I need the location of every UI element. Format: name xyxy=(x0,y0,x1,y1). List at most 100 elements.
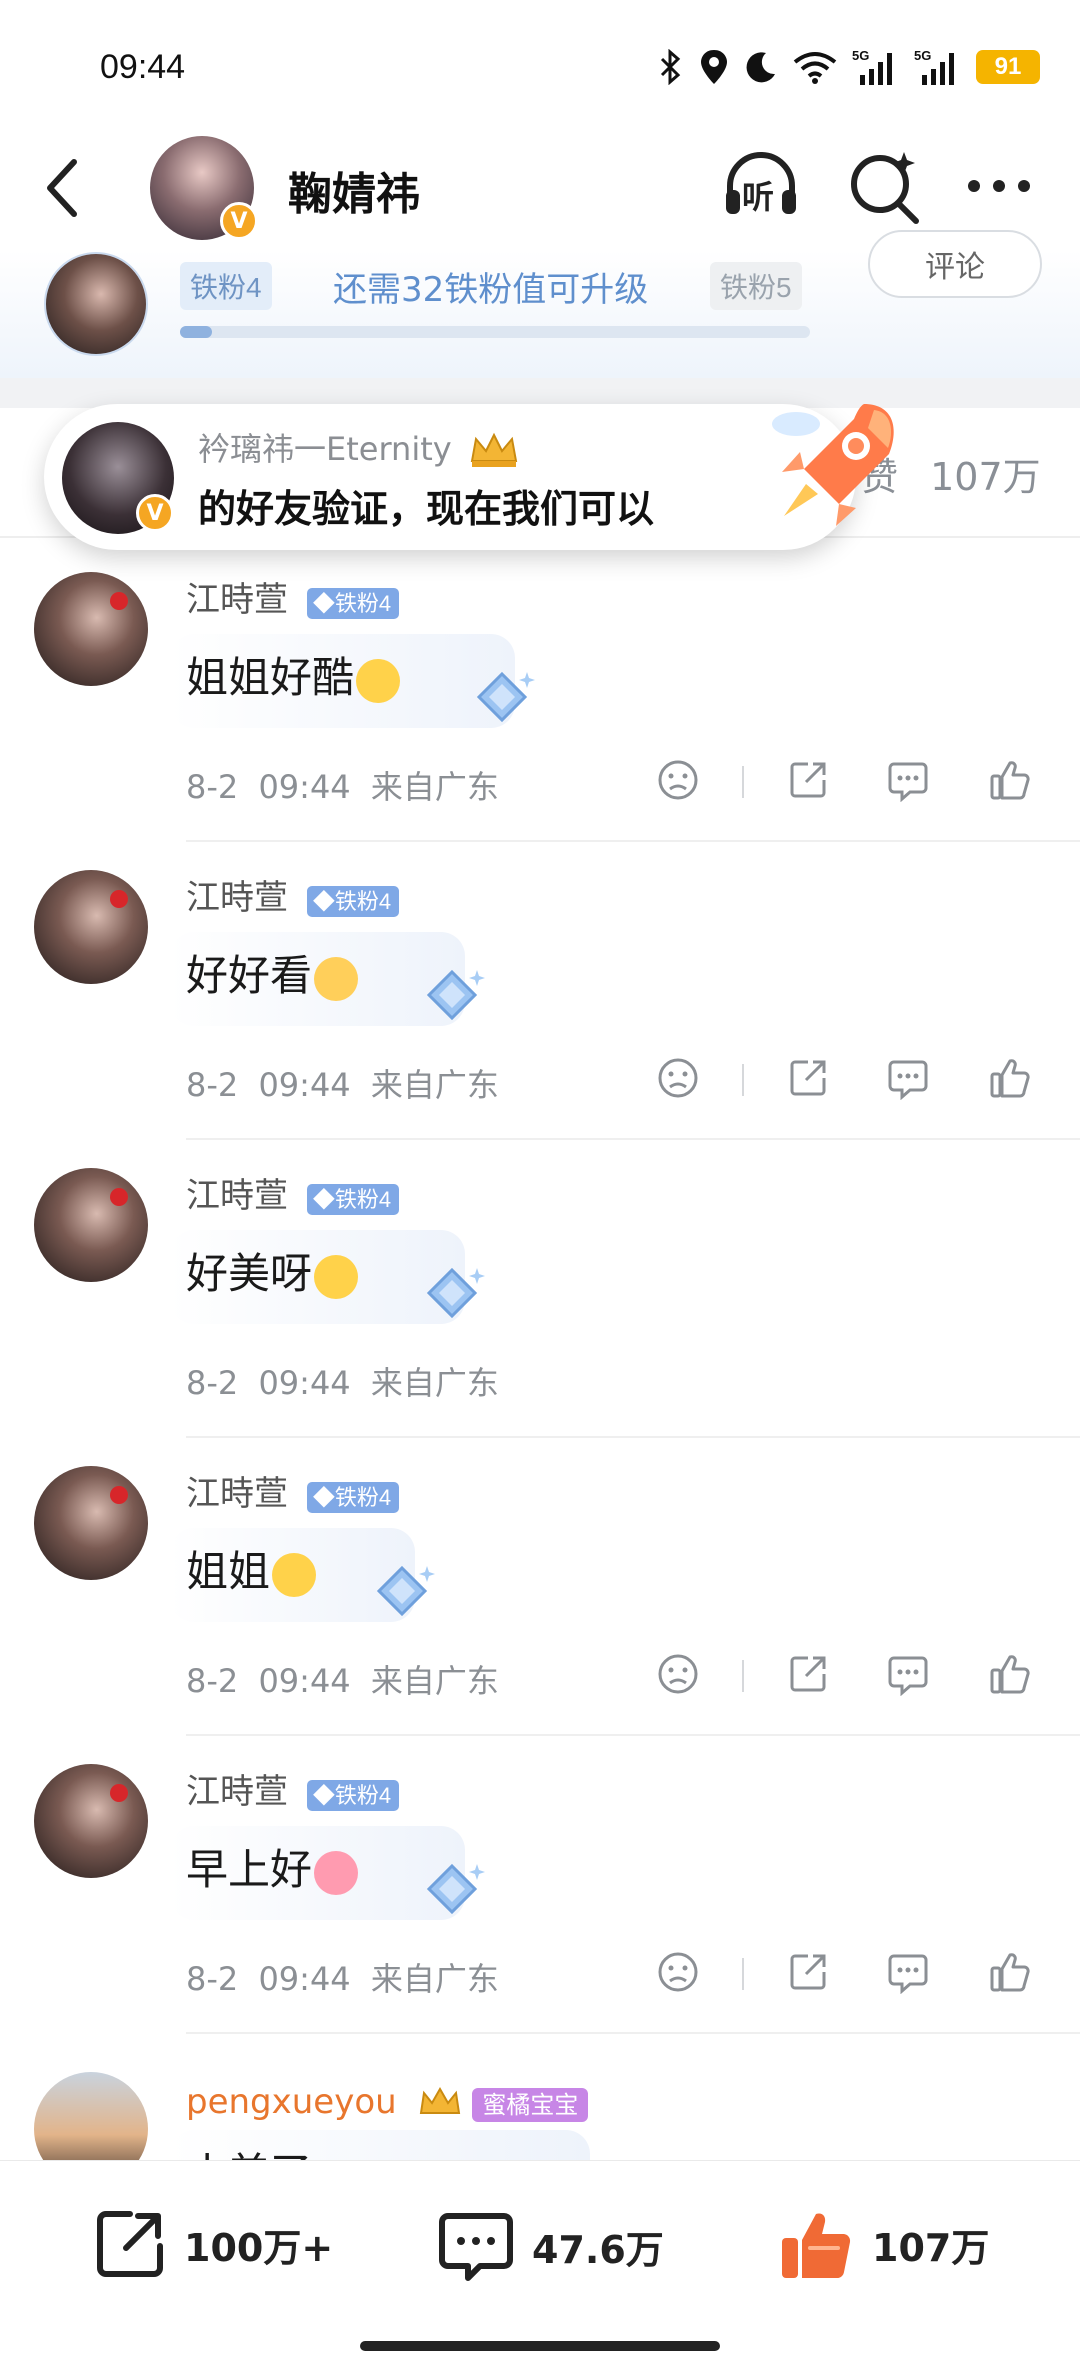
fan-level-badge-text: 铁粉4 xyxy=(334,888,392,914)
emoji-icon xyxy=(314,1850,359,1895)
comment-divider xyxy=(186,2032,1080,2034)
dislike-face-icon[interactable] xyxy=(656,758,700,802)
reply-icon[interactable] xyxy=(886,1652,930,1696)
comment-action[interactable]: 47.6万 xyxy=(436,2206,664,2286)
fan-level-badge-text: 铁粉4 xyxy=(334,1186,392,1212)
listen-label: 听 xyxy=(742,178,775,216)
reply-icon[interactable] xyxy=(886,758,930,802)
comment-button[interactable]: 评论 xyxy=(868,230,1042,298)
emoji-icon xyxy=(314,1254,359,1299)
like-count: 107万 xyxy=(872,2225,990,2270)
commenter-name[interactable]: 江時萱 ◆铁粉4 xyxy=(186,1764,400,1813)
comment-divider xyxy=(186,1436,1080,1438)
diamond-icon xyxy=(426,969,485,1021)
comment-meta: 8-2 09:44 来自广东 xyxy=(186,1656,499,1702)
comment-date: 8-2 xyxy=(186,1364,239,1402)
comment-meta: 8-2 09:44 来自广东 xyxy=(186,1954,499,2000)
commenter-avatar[interactable] xyxy=(34,1168,148,1282)
action-separator xyxy=(742,1660,744,1692)
share-action[interactable]: 100万+ xyxy=(92,2206,333,2282)
diamond-icon xyxy=(376,1565,435,1617)
comment-location: 来自广东 xyxy=(370,1364,499,1402)
fan-level-badge-text: 铁粉4 xyxy=(334,1484,392,1510)
back-icon[interactable] xyxy=(36,148,96,228)
rocket-icon xyxy=(772,404,894,526)
listen-button[interactable]: 听 xyxy=(720,144,802,226)
comment-location: 来自广东 xyxy=(370,1066,499,1104)
commenter-avatar[interactable] xyxy=(34,870,148,984)
action-separator xyxy=(742,1064,744,1096)
commenter-avatar[interactable] xyxy=(34,572,148,686)
comment-divider xyxy=(186,840,1080,842)
commenter-name[interactable]: 江時萱 ◆铁粉4 xyxy=(186,1466,400,1515)
hair-flower xyxy=(110,1188,128,1206)
thumbs-up-icon[interactable] xyxy=(988,1652,1032,1696)
thumbs-up-icon[interactable] xyxy=(988,1950,1032,1994)
comment-time: 09:44 xyxy=(258,1662,351,1700)
commenter-name-text: pengxueyou xyxy=(186,2082,397,2122)
commenter-name[interactable]: pengxueyou 蜜橘宝宝 xyxy=(186,2082,589,2123)
upgrade-hint: 还需32铁粉值可升级 xyxy=(333,270,649,310)
comment-location: 来自广东 xyxy=(370,768,499,806)
comment-count: 47.6万 xyxy=(532,2227,664,2272)
like-action[interactable]: 107万 xyxy=(776,2204,989,2284)
home-indicator[interactable] xyxy=(360,2341,720,2351)
fan-level-badge: ◆铁粉4 xyxy=(306,885,400,917)
comment-location: 来自广东 xyxy=(370,1662,499,1700)
friend-notification-toast[interactable]: V 衿璃祎一Eternity 的好友验证，现在我们可以 xyxy=(44,404,894,550)
comment-date: 8-2 xyxy=(186,1066,239,1104)
thumbs-up-icon[interactable] xyxy=(988,1056,1032,1100)
share-icon[interactable] xyxy=(786,1056,830,1100)
my-avatar xyxy=(44,252,148,356)
commenter-name-text: 江時萱 xyxy=(186,1772,288,1812)
commenter-name[interactable]: 江時萱 ◆铁粉4 xyxy=(186,572,400,621)
crown-icon xyxy=(470,432,518,467)
dislike-face-icon[interactable] xyxy=(656,1652,700,1696)
fan-progress-bar xyxy=(180,326,810,338)
search-icon[interactable] xyxy=(844,146,926,228)
fan-level-badge: ◆铁粉4 xyxy=(306,587,400,619)
hair-flower xyxy=(110,1784,128,1802)
comment-icon xyxy=(439,2213,513,2281)
bluetooth-icon xyxy=(660,49,681,85)
reply-icon[interactable] xyxy=(886,1950,930,1994)
crown-icon xyxy=(419,2086,460,2114)
current-fan-level: 铁粉4 xyxy=(180,262,272,310)
comment-divider xyxy=(186,1734,1080,1736)
commenter-name[interactable]: 江時萱 ◆铁粉4 xyxy=(186,870,400,919)
location-icon xyxy=(701,50,727,84)
emoji-icon xyxy=(356,658,401,703)
commenter-avatar[interactable] xyxy=(34,1764,148,1878)
reply-icon[interactable] xyxy=(886,1056,930,1100)
hair-flower xyxy=(110,592,128,610)
dislike-face-icon[interactable] xyxy=(656,1950,700,1994)
share-icon[interactable] xyxy=(786,1950,830,1994)
comment-text-body: 早上好 xyxy=(186,1845,313,1894)
dislike-face-icon[interactable] xyxy=(656,1056,700,1100)
battery-indicator: 91 xyxy=(976,50,1040,84)
svg-text:5G: 5G xyxy=(852,48,869,63)
share-icon[interactable] xyxy=(786,1652,830,1696)
diamond-icon xyxy=(476,671,535,723)
share-icon[interactable] xyxy=(786,758,830,802)
comment-text: 好好看 xyxy=(186,942,359,1003)
comment-text: 早上好 xyxy=(186,1836,359,1897)
fan-level-badge: ◆铁粉4 xyxy=(306,1779,400,1811)
toast-user-name: 衿璃祎一Eternity xyxy=(198,424,520,471)
comment-text: 姐姐 xyxy=(186,1538,317,1599)
commenter-avatar[interactable] xyxy=(34,1466,148,1580)
commenter-name-text: 江時萱 xyxy=(186,580,288,620)
comment-time: 09:44 xyxy=(258,1066,351,1104)
fan-level-badge-text: 铁粉4 xyxy=(334,1782,392,1808)
commenter-name[interactable]: 江時萱 ◆铁粉4 xyxy=(186,1168,400,1217)
signal-icon-1: 5G xyxy=(852,48,892,85)
next-fan-level: 铁粉5 xyxy=(710,262,802,310)
share-count: 100万+ xyxy=(184,2225,334,2270)
comment-meta: 8-2 09:44 来自广东 xyxy=(186,762,499,808)
wifi-icon xyxy=(793,52,837,84)
thumbs-up-icon[interactable] xyxy=(988,758,1032,802)
more-icon[interactable] xyxy=(958,146,1040,228)
signal-icon-2: 5G xyxy=(914,48,954,85)
thumbs-up-icon xyxy=(782,2213,851,2279)
hair-flower xyxy=(110,890,128,908)
